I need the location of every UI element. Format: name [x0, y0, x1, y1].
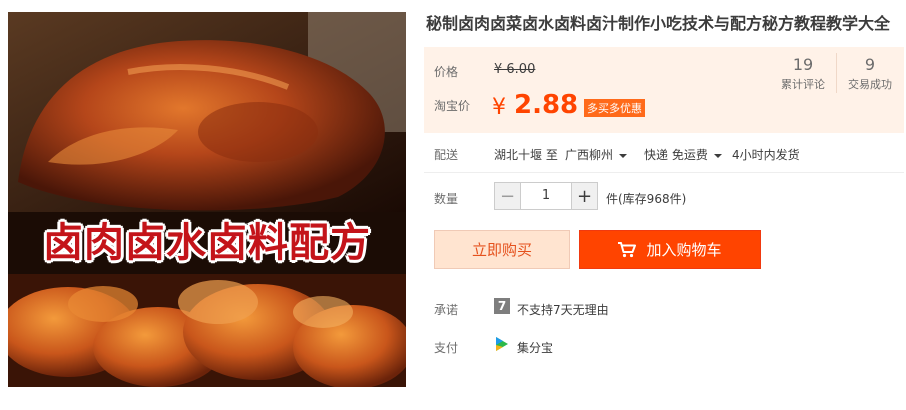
quantity-stepper: − 1 +	[494, 182, 598, 210]
image-banner-text: 卤肉卤水卤料配方	[43, 219, 371, 266]
stock-text: 件(库存968件)	[606, 192, 687, 206]
promise-text[interactable]: 不支持7天无理由	[517, 301, 609, 318]
add-to-cart-button[interactable]: 加入购物车	[579, 230, 761, 269]
delivery-row: 配送 湖北十堰 至 广西柳州 快递 免运费 4小时内发货	[434, 145, 904, 163]
delivery-destination: 广西柳州	[565, 148, 614, 162]
decrease-button[interactable]: −	[495, 183, 521, 209]
promo-badge[interactable]: 多买多优惠	[584, 99, 645, 117]
delivery-destination-select[interactable]: 广西柳州	[565, 146, 628, 163]
current-price-label: 淘宝价	[434, 99, 471, 113]
original-price: ¥ 6.00	[494, 62, 536, 77]
product-main-image[interactable]: 卤肉卤水卤料配方	[8, 12, 406, 387]
product-title: 秘制卤肉卤菜卤水卤料卤汁制作小吃技术与配方秘方教程教学大全	[426, 14, 891, 33]
quantity-input[interactable]: 1	[521, 183, 571, 209]
review-count[interactable]: 19 累计评论	[770, 55, 836, 92]
add-to-cart-label: 加入购物车	[646, 241, 722, 259]
price-panel: 价格 ¥ 6.00 淘宝价 ¥ 2.88 多买多优惠 19 累计评论 9 交易成…	[424, 47, 904, 133]
delivery-method: 快递 免运费	[644, 148, 708, 162]
sales-count[interactable]: 9 交易成功	[837, 55, 903, 92]
promise-label: 承诺	[434, 303, 459, 317]
original-price-label: 价格	[434, 65, 459, 79]
buy-now-button[interactable]: 立即购买	[434, 230, 570, 269]
cart-icon	[618, 241, 637, 257]
delivery-method-select[interactable]: 快递 免运费	[644, 146, 722, 163]
product-photo	[8, 12, 406, 387]
sales-count-value: 9	[864, 55, 876, 74]
review-count-value: 19	[792, 55, 814, 74]
buy-now-label: 立即购买	[471, 241, 532, 259]
increase-button[interactable]: +	[571, 183, 597, 209]
current-price: 2.88	[514, 90, 579, 120]
currency-symbol: ¥	[492, 95, 506, 120]
payment-label: 支付	[434, 341, 459, 355]
delivery-label: 配送	[434, 148, 459, 162]
chevron-down-icon	[713, 153, 722, 158]
no-7-day-return-icon: 7	[494, 298, 510, 314]
divider	[424, 172, 904, 173]
sales-count-label: 交易成功	[848, 78, 892, 91]
chevron-down-icon	[619, 153, 628, 158]
delivery-from: 湖北十堰 至	[494, 148, 558, 162]
payment-method[interactable]: 集分宝	[517, 339, 553, 356]
quantity-label: 数量	[434, 192, 459, 206]
review-count-label: 累计评论	[781, 78, 825, 91]
ship-time: 4小时内发货	[732, 148, 800, 162]
image-banner: 卤肉卤水卤料配方	[8, 204, 406, 274]
jifenbao-icon	[496, 337, 508, 351]
